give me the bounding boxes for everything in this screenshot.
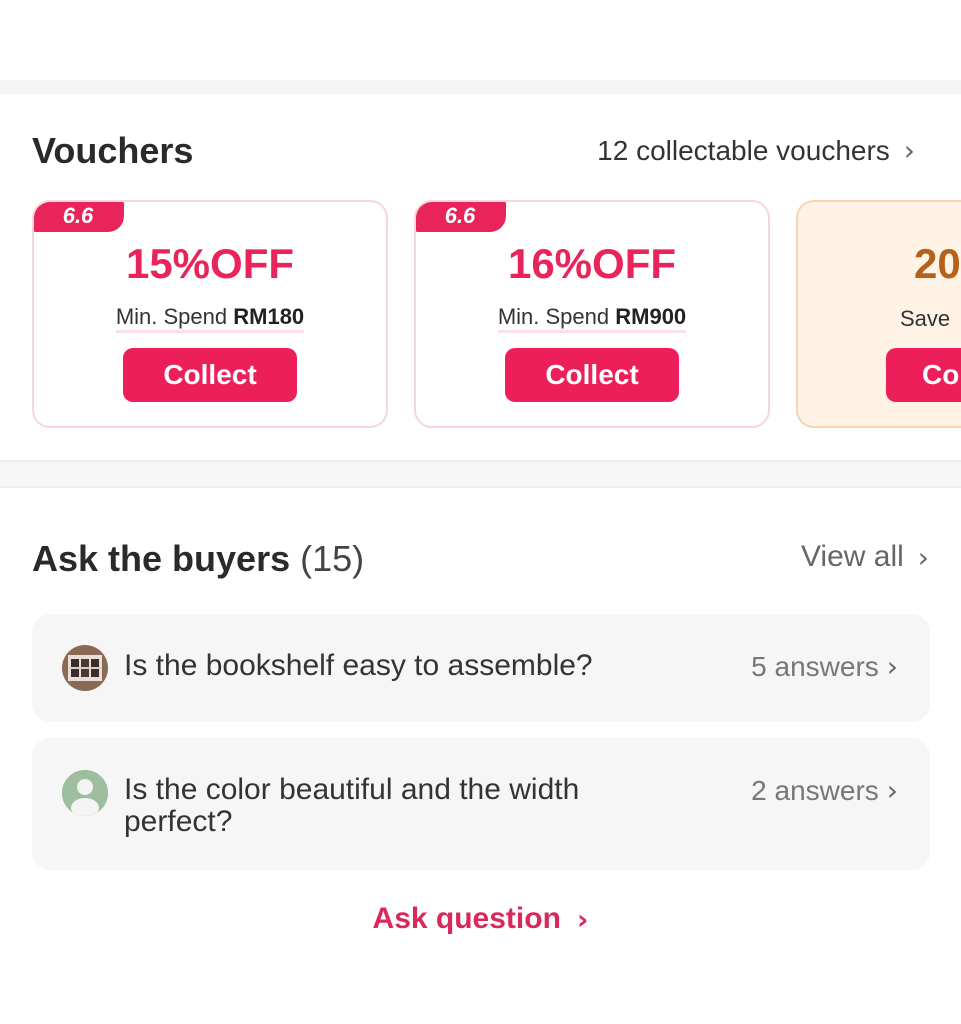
question-count: (15) — [300, 538, 365, 579]
ask-question-label: Ask question — [372, 902, 561, 935]
answers-link[interactable]: 2 answers › — [751, 774, 898, 807]
chevron-right-icon: › — [886, 650, 898, 683]
answers-link[interactable]: 5 answers › — [751, 650, 898, 683]
section-divider — [0, 460, 961, 488]
voucher-min-spend: Min. Spend RM900 — [416, 304, 768, 333]
voucher-campaign-tag: 6.6 — [416, 202, 506, 232]
answers-count: 5 answers — [751, 650, 879, 682]
voucher-card: 6.6 16%OFF Min. Spend RM900 Collect — [414, 200, 770, 428]
voucher-discount: 20 — [914, 240, 961, 287]
collect-button[interactable]: Collect — [123, 348, 297, 402]
vouchers-section: Vouchers 12 collectable vouchers › 6.6 1… — [0, 94, 961, 460]
question-text: Is the color beautiful and the width per… — [124, 773, 580, 838]
chevron-right-icon: › — [576, 902, 589, 936]
voucher-card-partial: 20 Save Co — [796, 200, 961, 428]
section-divider — [0, 80, 961, 94]
top-blank-area — [0, 0, 961, 80]
voucher-campaign-tag: 6.6 — [34, 202, 124, 232]
question-text: Is the bookshelf easy to assemble? — [124, 649, 593, 682]
default-user-avatar — [62, 770, 108, 816]
vouchers-title: Vouchers — [32, 130, 194, 171]
ask-buyers-section: Ask the buyers (15) View all › Is the bo… — [0, 488, 961, 1024]
voucher-save-label: Save — [900, 306, 951, 331]
ask-question-button[interactable]: Ask question › — [0, 902, 961, 936]
collectable-vouchers-link[interactable]: 12 collectable vouchers › — [597, 134, 915, 167]
view-all-label: View all — [800, 540, 904, 573]
collect-button[interactable]: Collect — [505, 348, 679, 402]
chevron-right-icon: › — [917, 540, 929, 574]
min-spend-value: RM180 — [233, 304, 305, 329]
product-photo-avatar — [62, 645, 108, 691]
chevron-right-icon: › — [903, 134, 915, 167]
min-spend-value: RM900 — [615, 304, 687, 329]
chevron-right-icon: › — [886, 774, 898, 807]
ask-buyers-title-text: Ask the buyers — [32, 538, 291, 579]
collect-button[interactable]: Co — [886, 348, 961, 402]
question-item[interactable]: Is the bookshelf easy to assemble? 5 ans… — [32, 614, 930, 722]
min-spend-label: Min. Spend — [497, 304, 610, 329]
ask-buyers-title: Ask the buyers (15) — [32, 538, 364, 580]
question-item[interactable]: Is the color beautiful and the width per… — [32, 738, 930, 870]
voucher-discount: 16%OFF — [507, 240, 677, 287]
collectable-vouchers-label: 12 collectable vouchers — [597, 134, 890, 166]
view-all-link[interactable]: View all › — [801, 540, 929, 574]
min-spend-label: Min. Spend — [115, 304, 228, 329]
voucher-min-spend: Min. Spend RM180 — [34, 304, 386, 333]
answers-count: 2 answers — [751, 774, 879, 806]
voucher-card: 6.6 15%OFF Min. Spend RM180 Collect — [32, 200, 388, 428]
voucher-discount: 15%OFF — [125, 240, 295, 287]
